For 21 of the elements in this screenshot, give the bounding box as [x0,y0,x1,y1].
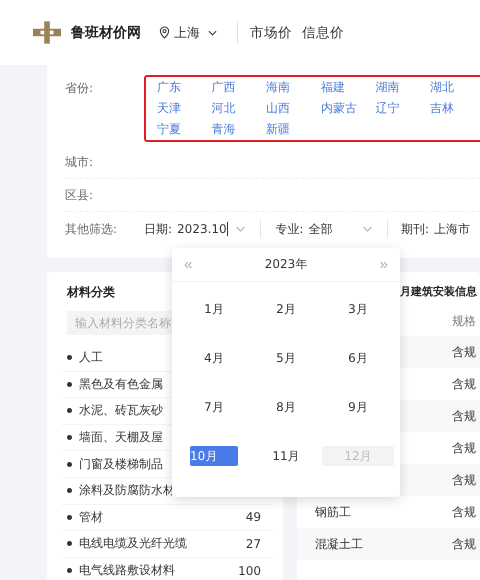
table-cell: 混凝土工 [315,536,363,550]
item-count: 49 [246,510,261,524]
table-cell: 含规 [452,408,476,424]
filter-label: 城市: [65,154,94,170]
filter-label: 区县: [65,186,94,204]
filter-label: 其他筛选: [65,220,118,238]
table-cell: 含规 [452,472,476,488]
panel-title: 月建筑安装信息 [399,284,478,300]
table-cell: 含规 [452,376,476,392]
table-cell: 含规 [452,536,476,552]
site-name: 鲁班材价网 [71,24,141,42]
column-header: 规格 [452,312,476,330]
panel-title: 材料分类 [67,284,116,301]
table-cell: 含规 [452,344,476,360]
table-cell: 含规 [452,440,476,456]
item-count: 27 [246,536,261,551]
table-cell: 含规 [452,504,476,520]
filter-label: 省份: [65,80,94,97]
year-label: 2023年 [264,256,308,273]
item-count: 100 [238,564,261,578]
table-cell: 钢筋工 [315,504,351,518]
